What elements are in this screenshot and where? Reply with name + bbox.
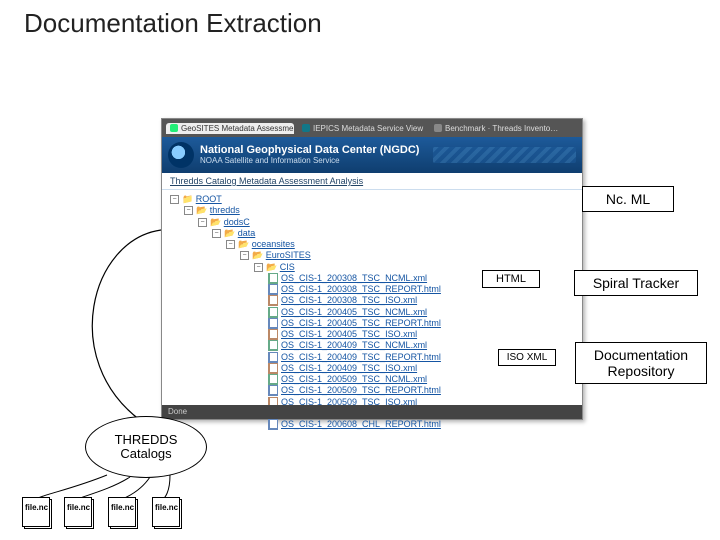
- favicon-icon: [170, 124, 178, 132]
- banner-wave-icon: [433, 147, 576, 163]
- tab-label: IEPICS Metadata Service View: [313, 124, 423, 133]
- catalog-tree: −📁 ROOT−📂 thredds−📂 dodsC−📂 data−📂 ocean…: [162, 190, 582, 430]
- label-ncml: Nc. ML: [582, 186, 674, 212]
- favicon-icon: [434, 124, 442, 132]
- file-nc-icon: file.nc: [108, 497, 136, 527]
- page-subtitle: Thredds Catalog Metadata Assessment Anal…: [162, 173, 582, 190]
- browser-tab[interactable]: GeoSITES Metadata Assessme…: [166, 123, 294, 134]
- tab-label: GeoSITES Metadata Assessme…: [181, 124, 294, 133]
- file-stack: file.nc: [152, 497, 180, 527]
- favicon-icon: [302, 124, 310, 132]
- label-spiral-tracker: Spiral Tracker: [574, 270, 698, 296]
- file-nc-icon: file.nc: [22, 497, 50, 527]
- browser-statusbar: Done: [162, 405, 582, 419]
- browser-tab[interactable]: Benchmark · Threads Invento…: [430, 123, 558, 134]
- page-title: Documentation Extraction: [24, 8, 322, 39]
- file-stack: file.nc: [22, 497, 50, 527]
- site-banner: National Geophysical Data Center (NGDC) …: [162, 137, 582, 173]
- file-nc-icon: file.nc: [64, 497, 92, 527]
- banner-title: National Geophysical Data Center (NGDC): [200, 145, 419, 156]
- cloud-line2: Catalogs: [120, 446, 171, 461]
- banner-subtitle: NOAA Satellite and Information Service: [200, 156, 419, 165]
- browser-tab[interactable]: IEPICS Metadata Service View: [298, 123, 426, 134]
- browser-tabbar: GeoSITES Metadata Assessme… IEPICS Metad…: [162, 119, 582, 137]
- label-iso-xml: ISO XML: [498, 349, 556, 366]
- file-stack: file.nc: [64, 497, 92, 527]
- file-nc-icon: file.nc: [152, 497, 180, 527]
- label-documentation-repository: Documentation Repository: [575, 342, 707, 384]
- label-html: HTML: [482, 270, 540, 288]
- tab-label: Benchmark · Threads Invento…: [445, 124, 558, 133]
- noaa-logo-icon: [168, 142, 194, 168]
- file-stack: file.nc: [108, 497, 136, 527]
- thredds-catalogs-cloud: THREDDS Catalogs: [85, 416, 207, 478]
- cloud-line1: THREDDS: [115, 432, 178, 447]
- browser-window: GeoSITES Metadata Assessme… IEPICS Metad…: [161, 118, 583, 420]
